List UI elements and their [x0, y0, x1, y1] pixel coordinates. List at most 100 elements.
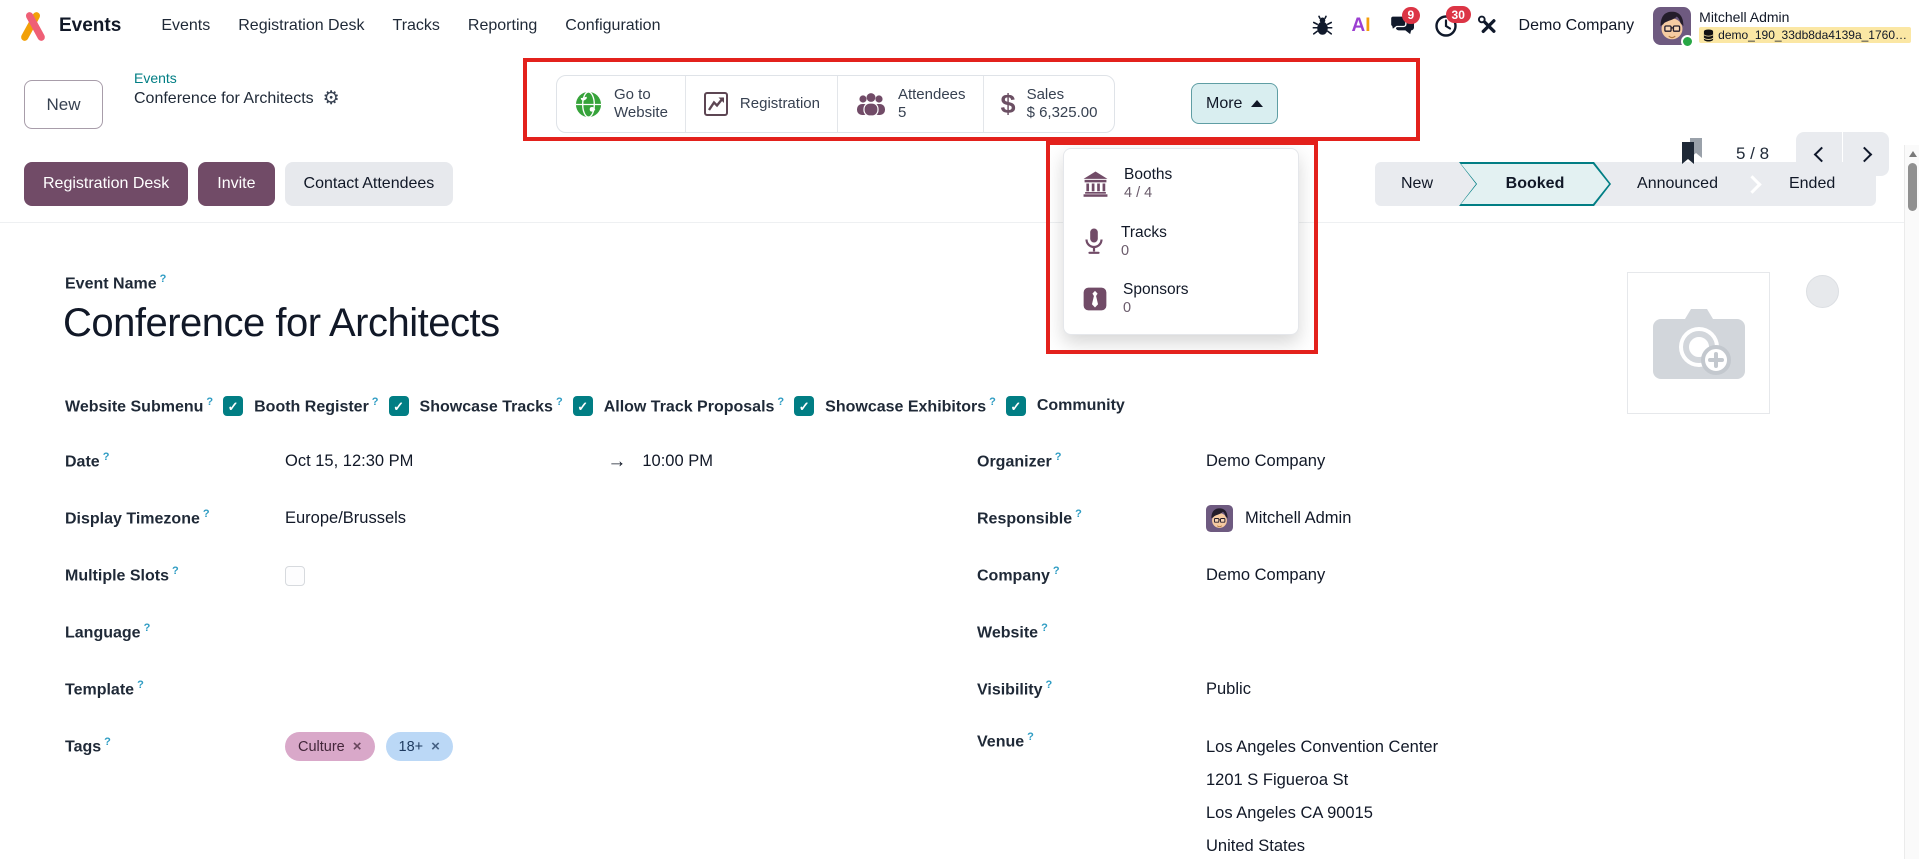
- allow-track-proposals-checkbox[interactable]: ✓: [794, 396, 815, 417]
- pager: [1796, 132, 1889, 176]
- go-to-website-button[interactable]: Go to Website: [557, 76, 685, 132]
- tag-culture[interactable]: Culture ×: [285, 732, 375, 761]
- gear-icon[interactable]: ⚙: [323, 89, 340, 108]
- remove-tag-icon[interactable]: ×: [431, 738, 440, 755]
- users-icon: [856, 93, 885, 117]
- ai-icon[interactable]: AI: [1352, 15, 1371, 37]
- app-name[interactable]: Events: [59, 15, 121, 37]
- field-visibility: Visibility? Public: [977, 679, 1251, 699]
- field-website: Website?: [977, 622, 1048, 642]
- menu-item-tracks[interactable]: Tracks 0: [1064, 213, 1298, 271]
- form-left-column: Date? Oct 15, 12:30 PM → 10:00 PM Displa…: [65, 433, 715, 775]
- field-date: Date? Oct 15, 12:30 PM → 10:00 PM: [65, 450, 713, 473]
- chevron-right-icon: [1856, 146, 1872, 162]
- breadcrumb: Events Conference for Architects ⚙: [134, 70, 340, 108]
- chart-icon: [703, 92, 728, 116]
- menu-item-booths[interactable]: Booths 4 / 4: [1064, 155, 1298, 213]
- user-menu[interactable]: Mitchell Admin demo_190_33db8da4139a_176…: [1653, 7, 1911, 48]
- event-name-label: Event Name?: [65, 273, 167, 293]
- activities-clock-icon[interactable]: 30: [1434, 6, 1471, 38]
- responsible-value[interactable]: Mitchell Admin: [1206, 505, 1351, 532]
- showcase-tracks-checkbox[interactable]: ✓: [572, 396, 593, 417]
- debug-bug-icon[interactable]: [1312, 15, 1333, 37]
- tag-18plus[interactable]: 18+ ×: [385, 732, 453, 761]
- user-name: Mitchell Admin: [1699, 9, 1790, 25]
- multiple-slots-checkbox[interactable]: [285, 565, 305, 586]
- company-value[interactable]: Demo Company: [1206, 566, 1325, 585]
- activities-badge: 30: [1445, 6, 1471, 24]
- new-button[interactable]: New: [24, 80, 103, 129]
- field-template: Template?: [65, 679, 144, 699]
- breadcrumb-record-title: Conference for Architects: [134, 89, 314, 107]
- field-company: Company? Demo Company: [977, 565, 1326, 585]
- scroll-up-arrow-icon[interactable]: [1908, 151, 1917, 157]
- sales-button[interactable]: $ Sales $ 6,325.00: [982, 76, 1115, 132]
- pager-value: 5 / 8: [1736, 144, 1770, 163]
- more-button[interactable]: More: [1191, 83, 1279, 124]
- menu-tracks[interactable]: Tracks: [379, 0, 454, 52]
- form-right-column: Organizer? Demo Company Responsible? Mit…: [977, 433, 1697, 859]
- systray: AI 9 30 Demo Company Mitchell Admin demo…: [1312, 0, 1911, 52]
- more-dropdown-menu: Booths 4 / 4 Tracks 0 Sponsors 0: [1063, 148, 1299, 335]
- top-navbar: Events Events Registration Desk Tracks R…: [0, 0, 1919, 52]
- registration-button[interactable]: Registration: [684, 76, 837, 132]
- control-panel: New Events Conference for Architects ⚙ G…: [0, 52, 1919, 176]
- pager-next-button[interactable]: [1843, 132, 1889, 176]
- invite-button[interactable]: Invite: [198, 162, 275, 206]
- event-form: Event Name? Conference for Architects We…: [0, 223, 1904, 859]
- menu-item-sponsors[interactable]: Sponsors 0: [1064, 270, 1298, 328]
- breadcrumb-events-link[interactable]: Events: [134, 70, 340, 86]
- event-name-value[interactable]: Conference for Architects: [63, 301, 500, 346]
- registration-desk-button[interactable]: Registration Desk: [24, 162, 189, 206]
- messages-icon[interactable]: 9: [1389, 6, 1421, 38]
- menu-configuration[interactable]: Configuration: [551, 0, 674, 52]
- stage-new[interactable]: New: [1375, 175, 1459, 193]
- company-switcher[interactable]: Demo Company: [1519, 17, 1635, 35]
- field-responsible: Responsible? Mitchell Admin: [977, 490, 1697, 547]
- scrollbar-thumb[interactable]: [1908, 163, 1917, 211]
- showcase-exhibitors-checkbox[interactable]: ✓: [1005, 396, 1026, 417]
- venue-value[interactable]: Los Angeles Convention Center 1201 S Fig…: [1206, 731, 1438, 859]
- field-display-timezone: Display Timezone? Europe/Brussels: [65, 508, 407, 528]
- event-image-upload[interactable]: [1627, 272, 1770, 414]
- caret-up-icon: [1251, 100, 1264, 107]
- vertical-scrollbar[interactable]: [1904, 145, 1919, 859]
- field-language: Language?: [65, 622, 151, 642]
- microphone-icon: [1085, 228, 1103, 255]
- pager-previous-button[interactable]: [1796, 132, 1842, 176]
- field-organizer: Organizer? Demo Company: [977, 451, 1326, 471]
- menu-reporting[interactable]: Reporting: [454, 0, 551, 52]
- option-booth-register: Booth Register? ✓: [254, 396, 419, 417]
- chevron-left-icon: [1813, 146, 1829, 162]
- stage-separator-icon: [1743, 174, 1762, 194]
- bookmark-icon[interactable]: [1678, 136, 1706, 171]
- organizer-value[interactable]: Demo Company: [1206, 452, 1325, 471]
- menu-registration-desk[interactable]: Registration Desk: [224, 0, 378, 52]
- responsible-avatar: [1206, 505, 1233, 532]
- arrow-right-icon: →: [607, 450, 627, 472]
- timezone-value[interactable]: Europe/Brussels: [285, 509, 406, 528]
- tie-icon: [1083, 287, 1107, 311]
- stage-ended[interactable]: Ended: [1763, 175, 1861, 193]
- user-avatar: [1653, 7, 1695, 48]
- database-badge: demo_190_33db8da4139a_1760…: [1699, 27, 1911, 43]
- online-status-dot: [1681, 35, 1695, 48]
- app-logo-icon[interactable]: [16, 10, 49, 43]
- action-bar: Registration Desk Invite Contact Attende…: [0, 145, 1904, 223]
- website-options-row: Website Submenu? ✓ Booth Register? ✓ Sho…: [65, 396, 1125, 417]
- stage-booked[interactable]: Booked: [1459, 162, 1611, 206]
- attendees-button[interactable]: Attendees 5: [836, 76, 983, 132]
- dollar-icon: $: [1000, 88, 1016, 119]
- booth-register-checkbox[interactable]: ✓: [388, 396, 409, 417]
- stage-announced[interactable]: Announced: [1611, 175, 1744, 193]
- website-submenu-checkbox[interactable]: ✓: [223, 396, 244, 417]
- remove-tag-icon[interactable]: ×: [353, 738, 362, 755]
- menu-events[interactable]: Events: [147, 0, 224, 52]
- tools-icon[interactable]: [1477, 15, 1500, 38]
- camera-plus-icon: [1652, 309, 1745, 379]
- date-value[interactable]: Oct 15, 12:30 PM → 10:00 PM: [285, 451, 713, 473]
- contact-attendees-button[interactable]: Contact Attendees: [284, 162, 454, 206]
- field-tags: Tags? Culture × 18+ ×: [65, 718, 715, 775]
- ribbon-placeholder: [1806, 275, 1839, 308]
- visibility-value[interactable]: Public: [1206, 680, 1251, 699]
